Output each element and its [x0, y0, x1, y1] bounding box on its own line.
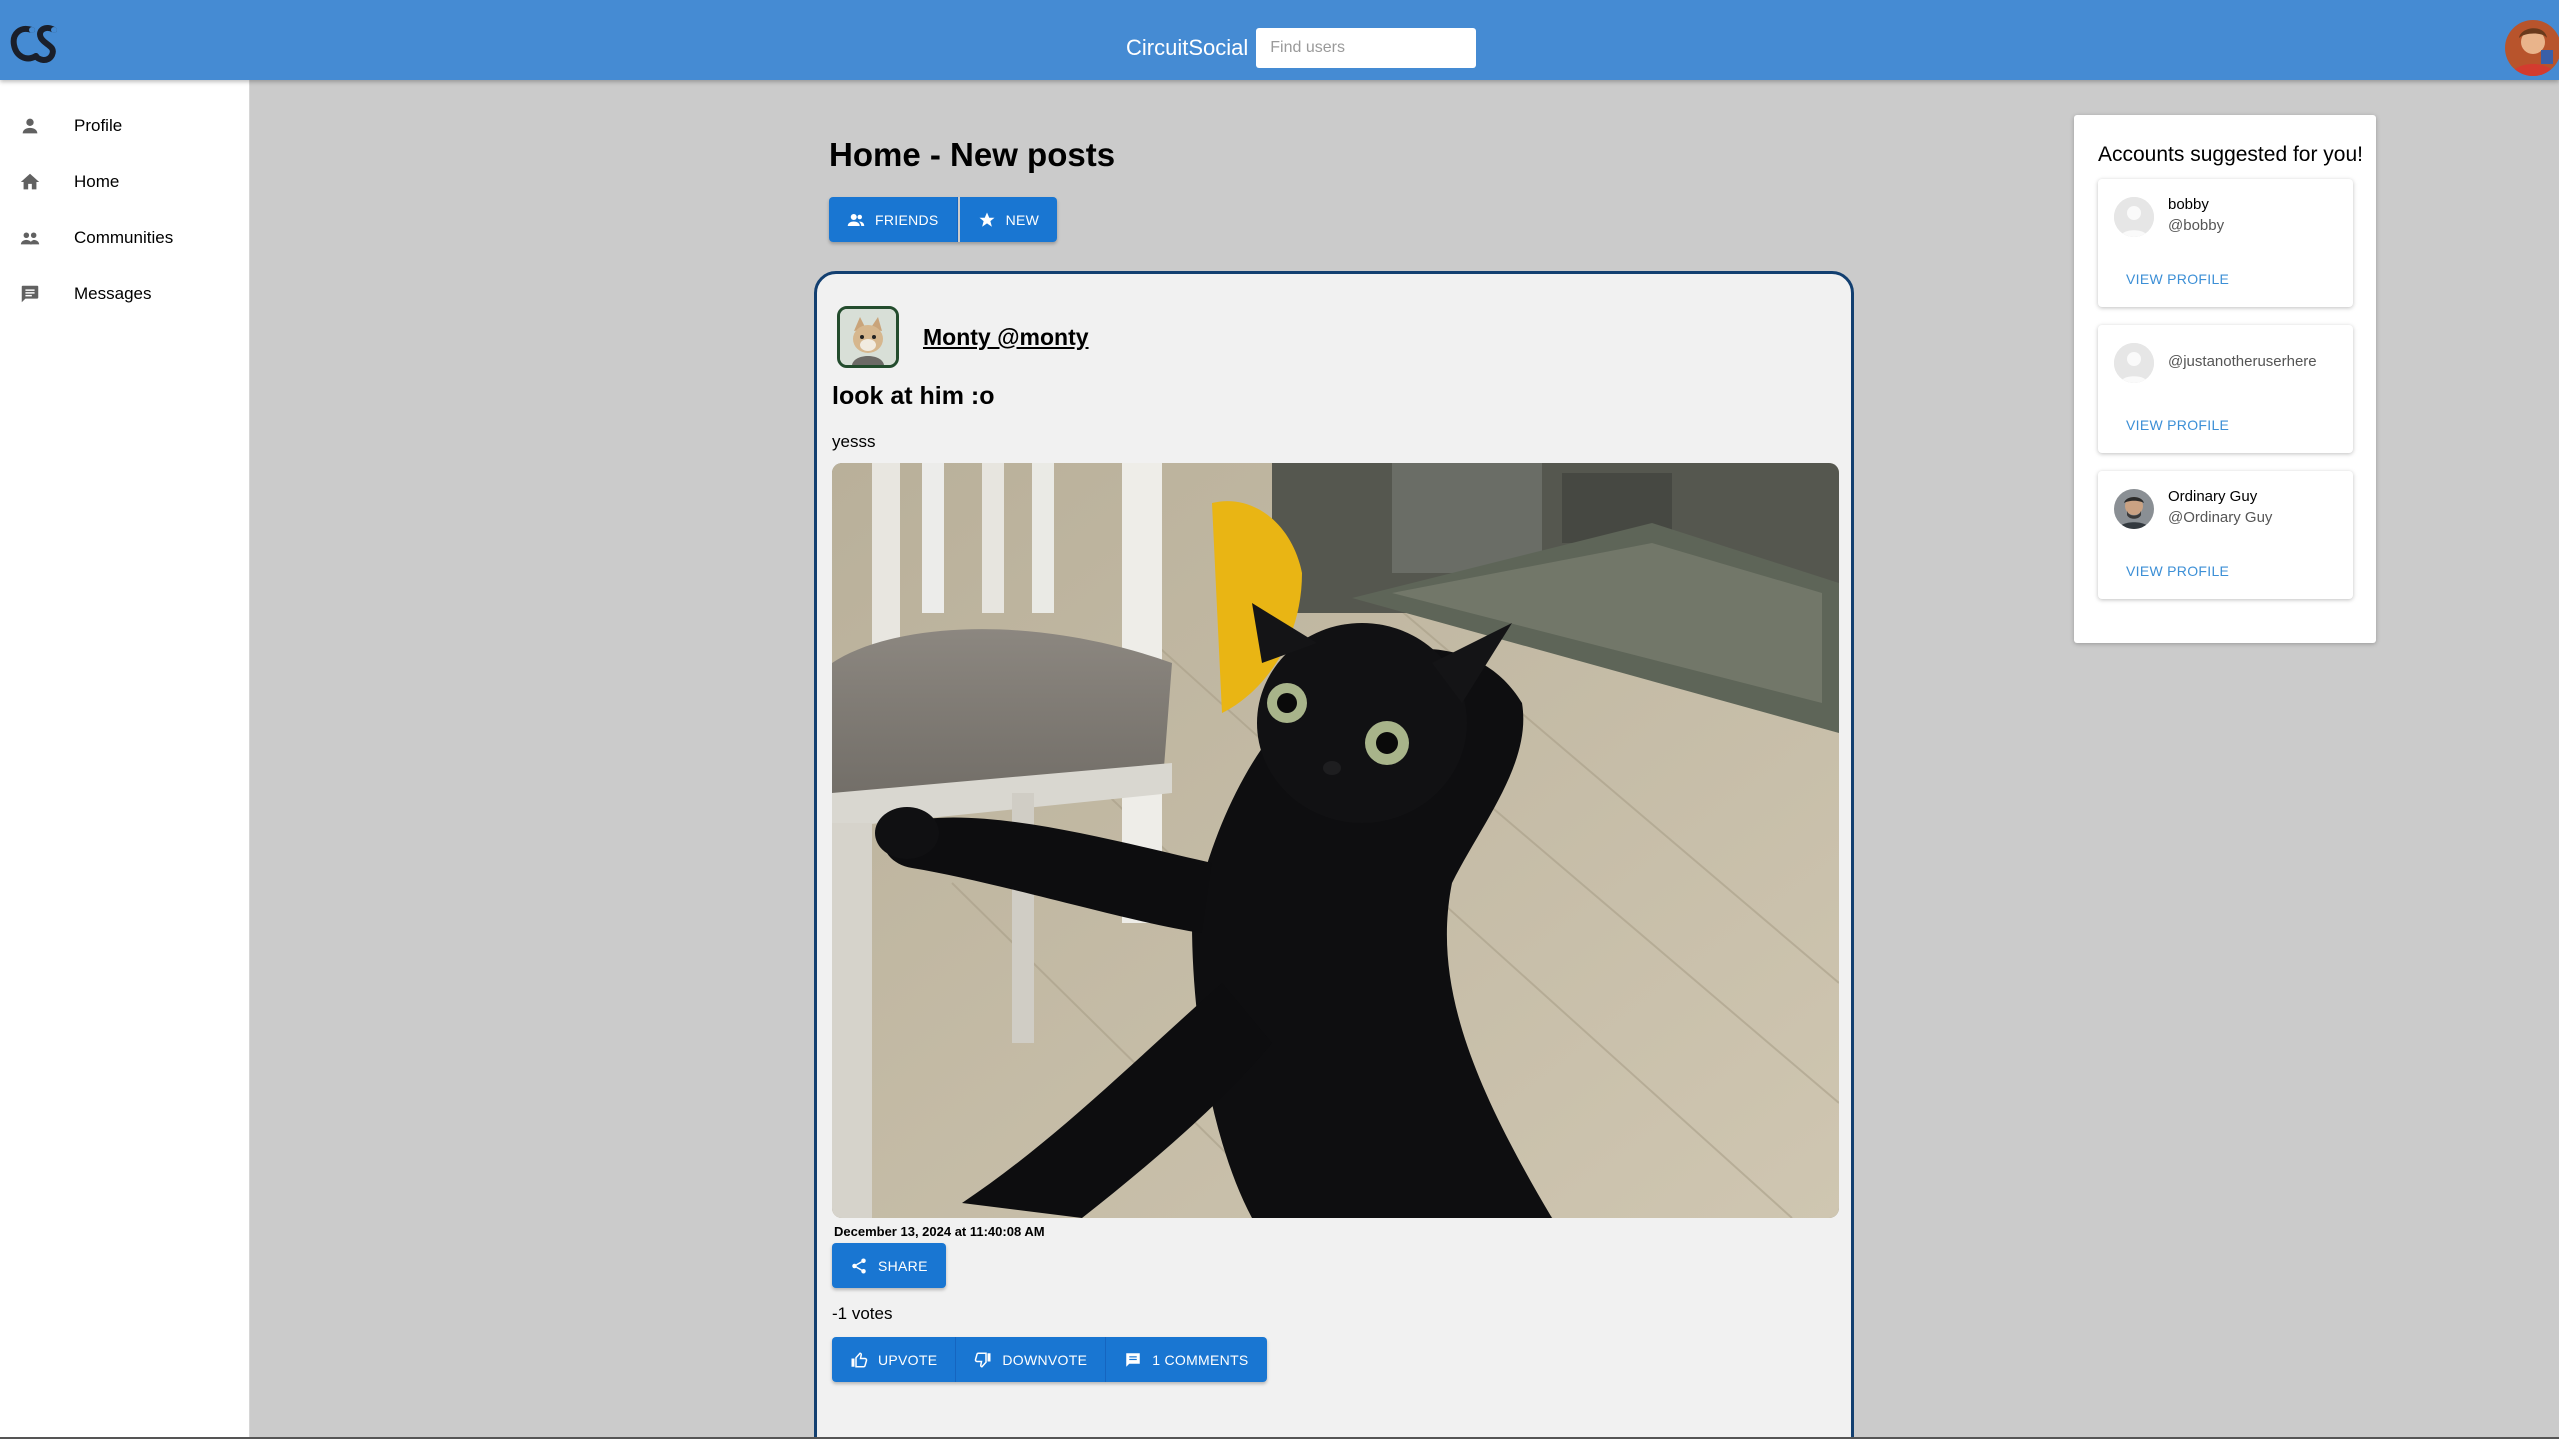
suggested-account-card: @justanotheruserhere View Profile: [2098, 325, 2353, 453]
comments-label: 1 Comments: [1152, 1351, 1249, 1368]
thumb-up-icon: [851, 1351, 868, 1367]
sidebar-item-label: Communities: [74, 228, 174, 247]
share-wrap: Share: [832, 1243, 946, 1288]
sidebar-nav: Profile Home Communities Messages: [0, 80, 250, 1439]
sidebar-item-messages[interactable]: Messages: [0, 266, 249, 322]
sidebar-item-communities[interactable]: Communities: [0, 210, 249, 266]
post-body: yesss: [832, 432, 876, 451]
sidebar-item-label: Messages: [74, 284, 152, 303]
share-button[interactable]: Share: [832, 1243, 946, 1288]
circuitsocial-logo[interactable]: [10, 22, 58, 66]
post-card: Monty @monty look at him :o yesss Decemb…: [814, 271, 1854, 1439]
brand-search-group: CircuitSocial: [1126, 28, 1477, 68]
post-title: look at him :o: [832, 382, 995, 410]
vote-count: -1 votes: [832, 1304, 893, 1323]
feed-tab-group: Friends New: [829, 197, 1058, 242]
page-title: Home - New posts: [829, 136, 1116, 173]
sidebar-item-home[interactable]: Home: [0, 154, 249, 210]
suggested-account-name: Ordinary Guy: [2168, 488, 2258, 505]
tab-new[interactable]: New: [959, 197, 1058, 242]
tab-label: New: [1005, 211, 1040, 228]
comments-button[interactable]: 1 Comments: [1106, 1337, 1267, 1382]
suggested-account-avatar: [2114, 489, 2154, 529]
view-profile-link[interactable]: View Profile: [2126, 271, 2229, 287]
post-image: [832, 463, 1839, 1218]
person-icon: [18, 114, 42, 138]
home-icon: [18, 170, 42, 194]
thumb-down-icon: [975, 1352, 991, 1368]
current-user-avatar[interactable]: [2505, 20, 2559, 76]
vote-button-group: Upvote Downvote 1 Comments: [832, 1337, 1267, 1382]
sidebar-item-label: Profile: [74, 116, 123, 135]
top-app-bar: CircuitSocial: [0, 0, 2559, 80]
downvote-label: Downvote: [1002, 1351, 1088, 1368]
suggested-account-handle: @Ordinary Guy: [2168, 509, 2273, 526]
group-icon: [18, 226, 42, 250]
find-users-input[interactable]: [1256, 28, 1477, 68]
post-header: Monty @monty: [837, 306, 1089, 368]
tab-friends[interactable]: Friends: [829, 197, 958, 242]
view-profile-link[interactable]: View Profile: [2126, 563, 2229, 579]
share-icon: [852, 1258, 866, 1273]
view-profile-link[interactable]: View Profile: [2126, 417, 2229, 433]
people-icon: [847, 213, 865, 226]
suggested-account-handle: @bobby: [2168, 217, 2225, 234]
brand-name: CircuitSocial: [1126, 35, 1249, 60]
tab-label: Friends: [875, 211, 939, 228]
suggested-accounts-title: Accounts suggested for you!: [2098, 143, 2363, 166]
comment-icon: [1126, 1352, 1140, 1367]
share-label: Share: [878, 1257, 928, 1274]
post-timestamp: December 13, 2024 at 11:40:08 AM: [834, 1224, 1045, 1239]
upvote-button[interactable]: Upvote: [832, 1337, 957, 1382]
suggested-account-card: bobby @bobby View Profile: [2098, 179, 2353, 307]
avatar-placeholder-icon: [2114, 197, 2154, 237]
sidebar-item-label: Home: [74, 172, 120, 191]
suggested-account-card: Ordinary Guy @Ordinary Guy View Profile: [2098, 471, 2353, 599]
post-author-avatar[interactable]: [837, 306, 899, 368]
avatar-placeholder-icon: [2114, 343, 2154, 383]
suggested-account-name: bobby: [2168, 196, 2209, 213]
suggested-accounts-panel: Accounts suggested for you! bobby @bobby…: [2074, 115, 2376, 643]
post-author-link[interactable]: Monty @monty: [923, 324, 1089, 351]
upvote-label: Upvote: [878, 1351, 938, 1368]
sidebar-item-profile[interactable]: Profile: [0, 98, 249, 154]
star-icon: [979, 212, 995, 227]
downvote-button[interactable]: Downvote: [956, 1337, 1107, 1382]
suggested-account-handle: @justanotheruserhere: [2168, 353, 2317, 370]
chat-icon: [18, 282, 42, 306]
